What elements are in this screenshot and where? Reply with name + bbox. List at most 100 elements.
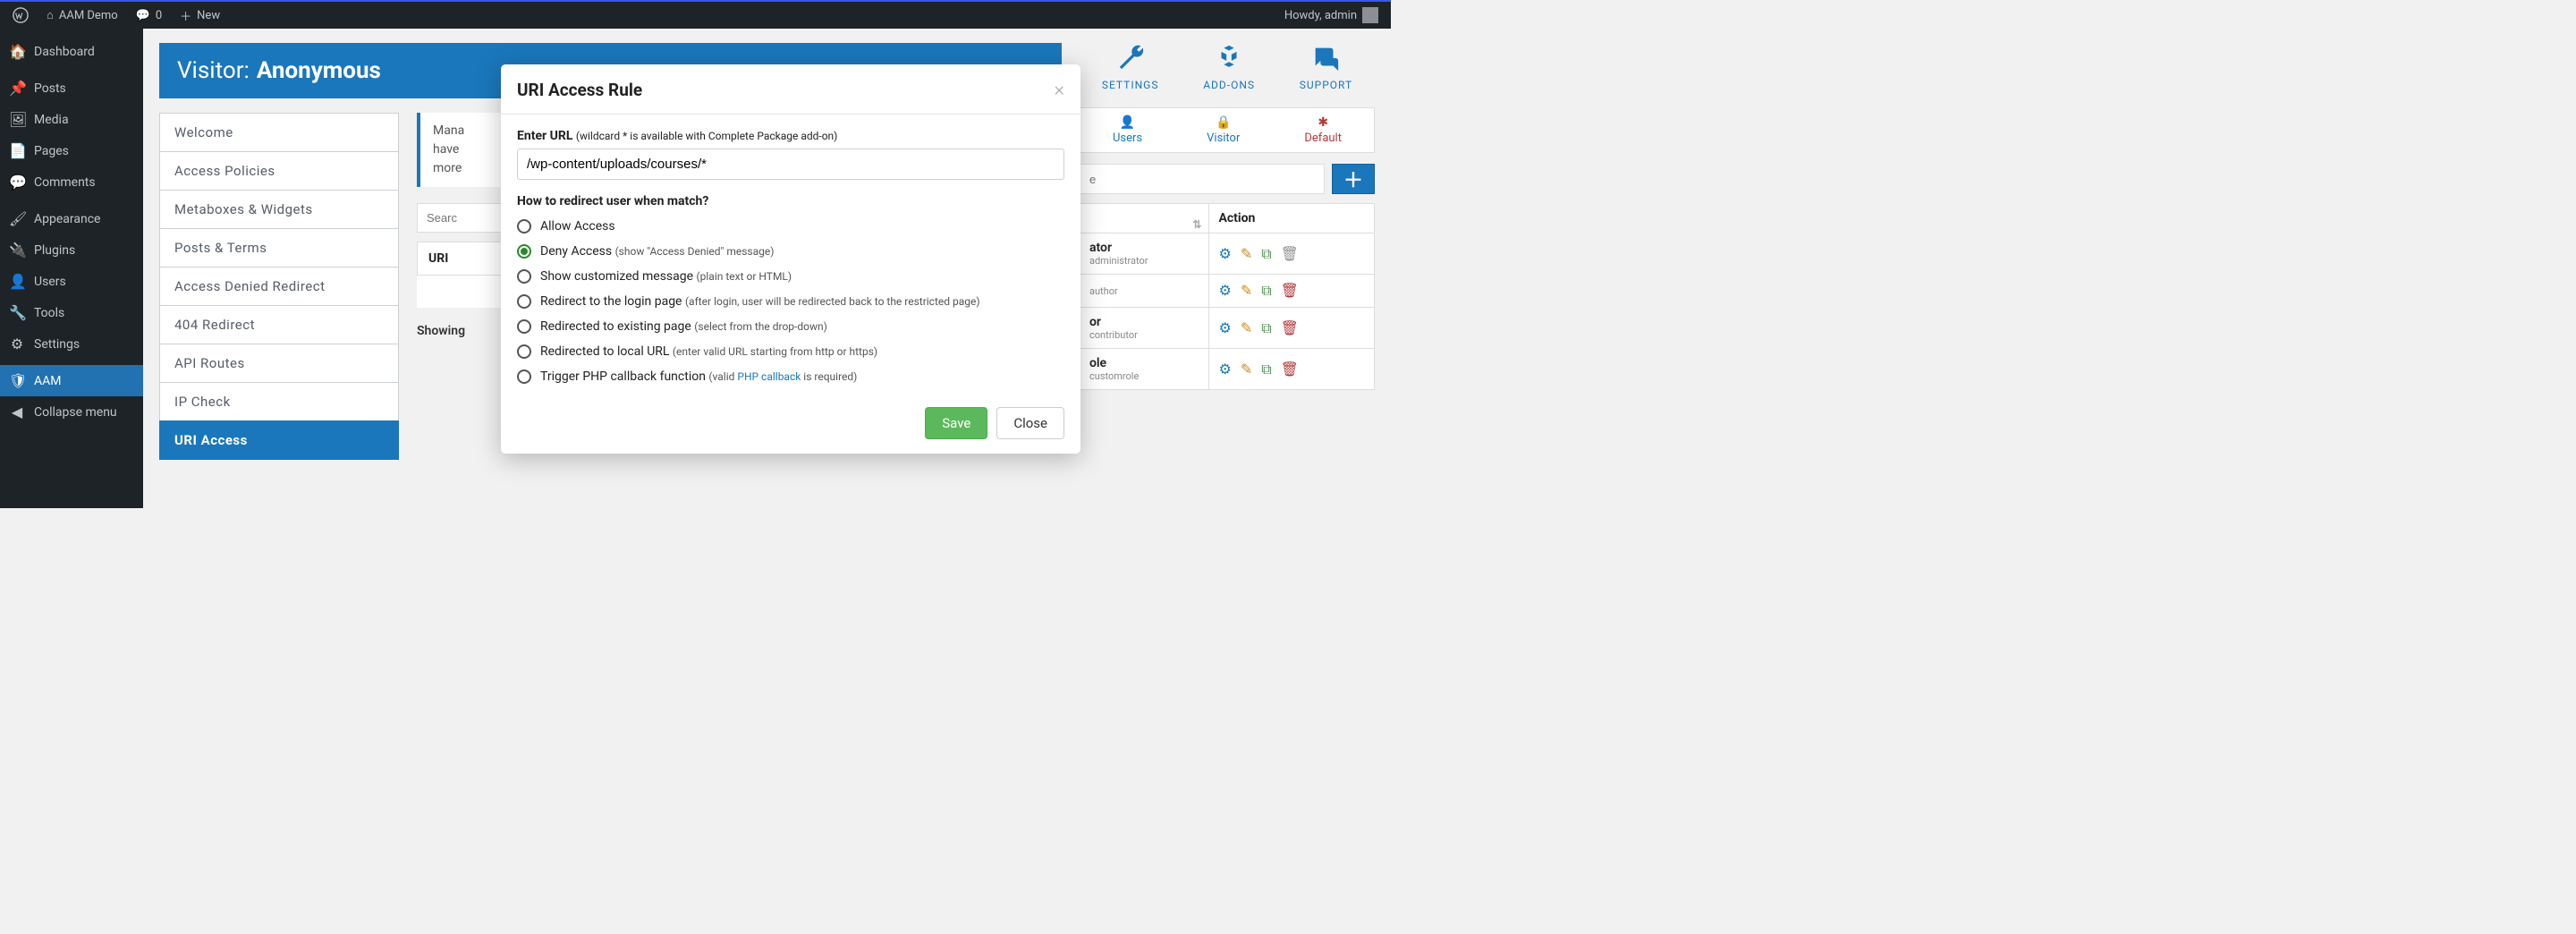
radio-icon [517, 344, 531, 359]
delete-role-button[interactable]: 🗑 [1281, 282, 1299, 300]
admin-bar: ⌂ AAM Demo 💬 0 ＋ New Howdy, admin [0, 0, 1391, 29]
tab-ip-check[interactable]: IP Check [159, 382, 399, 421]
sidebar-item-appearance[interactable]: 🖌Appearance [0, 203, 143, 234]
manage-role-button[interactable]: ⚙ [1218, 245, 1231, 263]
tab-metaboxes[interactable]: Metaboxes & Widgets [159, 190, 399, 229]
role-col-name[interactable] [1080, 204, 1209, 234]
redirect-option[interactable]: Trigger PHP callback function (valid PHP… [517, 364, 1064, 389]
sidebar-item-label: Media [34, 113, 69, 127]
redirect-option[interactable]: Show customized message (plain text or H… [517, 264, 1064, 289]
role-name: ole [1089, 356, 1199, 370]
redirect-option[interactable]: Redirect to the login page (after login,… [517, 289, 1064, 314]
save-button[interactable]: Save [925, 407, 987, 439]
feature-tabs: Welcome Access Policies Metaboxes & Widg… [159, 113, 399, 460]
home-icon: ⌂ [47, 8, 54, 22]
filter-visitor[interactable]: 🔒Visitor [1207, 115, 1240, 145]
top-addons[interactable]: ADD-ONS [1203, 43, 1255, 91]
filter-default-label: Default [1304, 132, 1342, 145]
redirect-option[interactable]: Deny Access (show "Access Denied" messag… [517, 239, 1064, 264]
wrench-icon [1115, 43, 1146, 73]
role-slug: contributor [1089, 329, 1199, 341]
tab-access-policies[interactable]: Access Policies [159, 151, 399, 191]
role-slug: customrole [1089, 370, 1199, 382]
table-row: orcontributor⚙✎⧉🗑 [1080, 308, 1375, 349]
sidebar-item-settings[interactable]: ⚙Settings [0, 328, 143, 360]
role-search-input[interactable] [1080, 164, 1325, 194]
table-row: atoradministrator ⚙ ✎ ⧉ 🗑 [1080, 234, 1375, 275]
tab-posts-terms[interactable]: Posts & Terms [159, 228, 399, 267]
delete-role-button[interactable]: 🗑 [1281, 361, 1299, 378]
sidebar-item-media[interactable]: 🖼Media [0, 104, 143, 135]
edit-role-button[interactable]: ✎ [1241, 282, 1252, 300]
sidebar-item-dashboard[interactable]: 🏠Dashboard [0, 36, 143, 67]
table-row: author⚙✎⧉🗑 [1080, 275, 1375, 308]
sidebar-item-tools[interactable]: 🔧Tools [0, 297, 143, 328]
top-settings[interactable]: SETTINGS [1102, 43, 1159, 91]
visitor-icon: 🔒 [1216, 115, 1231, 130]
sidebar-item-comments[interactable]: 💬Comments [0, 166, 143, 198]
sidebar-item-label: Collapse menu [34, 405, 117, 420]
delete-role-button[interactable]: 🗑 [1281, 245, 1299, 263]
plus-icon: ＋ [180, 7, 191, 24]
role-col-action[interactable]: Action [1209, 204, 1375, 234]
sidebar-item-label: Plugins [34, 243, 75, 258]
sidebar-item-plugins[interactable]: 🔌Plugins [0, 234, 143, 266]
howdy-label: Howdy, admin [1284, 9, 1357, 22]
sidebar-item-label: Settings [34, 337, 80, 352]
comments-link[interactable]: 💬 0 [131, 9, 168, 22]
radio-icon [517, 269, 531, 284]
admin-sidebar: 🏠Dashboard 📌Posts 🖼Media 📄Pages 💬Comment… [0, 29, 143, 508]
clone-role-button[interactable]: ⧉ [1261, 282, 1271, 300]
redirect-label: How to redirect user when match? [517, 194, 1064, 208]
url-input[interactable] [517, 149, 1064, 180]
clone-role-button[interactable]: ⧉ [1261, 319, 1271, 337]
tab-access-denied-redirect[interactable]: Access Denied Redirect [159, 267, 399, 306]
tab-404-redirect[interactable]: 404 Redirect [159, 305, 399, 344]
edit-role-button[interactable]: ✎ [1241, 361, 1252, 378]
clone-role-button[interactable]: ⧉ [1261, 361, 1271, 378]
delete-role-button[interactable]: 🗑 [1281, 319, 1299, 337]
sidebar-item-label: Appearance [34, 212, 100, 226]
top-settings-label: SETTINGS [1102, 79, 1159, 91]
howdy-user[interactable]: Howdy, admin [1279, 7, 1384, 23]
redirect-option[interactable]: Redirected to existing page (select from… [517, 314, 1064, 339]
sidebar-item-pages[interactable]: 📄Pages [0, 135, 143, 166]
modal-close-button[interactable]: × [1054, 79, 1064, 101]
tab-welcome[interactable]: Welcome [159, 113, 399, 152]
sidebar-item-users[interactable]: 👤Users [0, 266, 143, 297]
manage-role-button[interactable]: ⚙ [1218, 319, 1231, 337]
right-column: SETTINGS ADD-ONS SUPPORT 👤Users 🔒Visitor… [1080, 43, 1375, 390]
wp-logo[interactable] [7, 7, 34, 23]
clone-role-button[interactable]: ⧉ [1261, 245, 1271, 263]
new-link[interactable]: ＋ New [174, 7, 225, 24]
filter-row: 👤Users 🔒Visitor ✱ Default [1080, 107, 1375, 153]
tools-icon: 🔧 [9, 304, 25, 321]
url-label: Enter URL (wildcard * is available with … [517, 129, 1064, 143]
tab-uri-access[interactable]: URI Access [159, 420, 399, 460]
avatar [1362, 7, 1378, 23]
redirect-option[interactable]: Redirected to local URL (enter valid URL… [517, 339, 1064, 364]
redirect-option[interactable]: Allow Access [517, 214, 1064, 239]
sidebar-item-posts[interactable]: 📌Posts [0, 72, 143, 104]
sidebar-item-label: Comments [34, 175, 96, 190]
role-slug: administrator [1089, 255, 1199, 267]
site-link[interactable]: ⌂ AAM Demo [41, 8, 123, 22]
filter-default[interactable]: ✱ Default [1304, 115, 1342, 145]
top-support[interactable]: SUPPORT [1300, 43, 1352, 91]
close-button[interactable]: Close [996, 407, 1064, 439]
edit-role-button[interactable]: ✎ [1241, 245, 1252, 263]
php-callback-link[interactable]: PHP callback [737, 370, 801, 383]
asterisk-icon: ✱ [1318, 115, 1328, 130]
filter-users[interactable]: 👤Users [1113, 115, 1142, 145]
radio-icon [517, 369, 531, 384]
tab-api-routes[interactable]: API Routes [159, 344, 399, 383]
comment-icon: 💬 [136, 9, 150, 22]
role-name: ator [1089, 241, 1199, 255]
edit-role-button[interactable]: ✎ [1241, 319, 1252, 337]
manage-role-button[interactable]: ⚙ [1218, 361, 1231, 378]
add-role-button[interactable]: ＋ [1332, 164, 1375, 194]
sidebar-item-aam[interactable]: 🛡AAM [0, 365, 143, 396]
manage-role-button[interactable]: ⚙ [1218, 282, 1231, 300]
sidebar-item-collapse[interactable]: ◀Collapse menu [0, 396, 143, 428]
role-table: Action atoradministrator⚙✎⧉🗑author⚙✎⧉🗑or… [1080, 203, 1375, 390]
